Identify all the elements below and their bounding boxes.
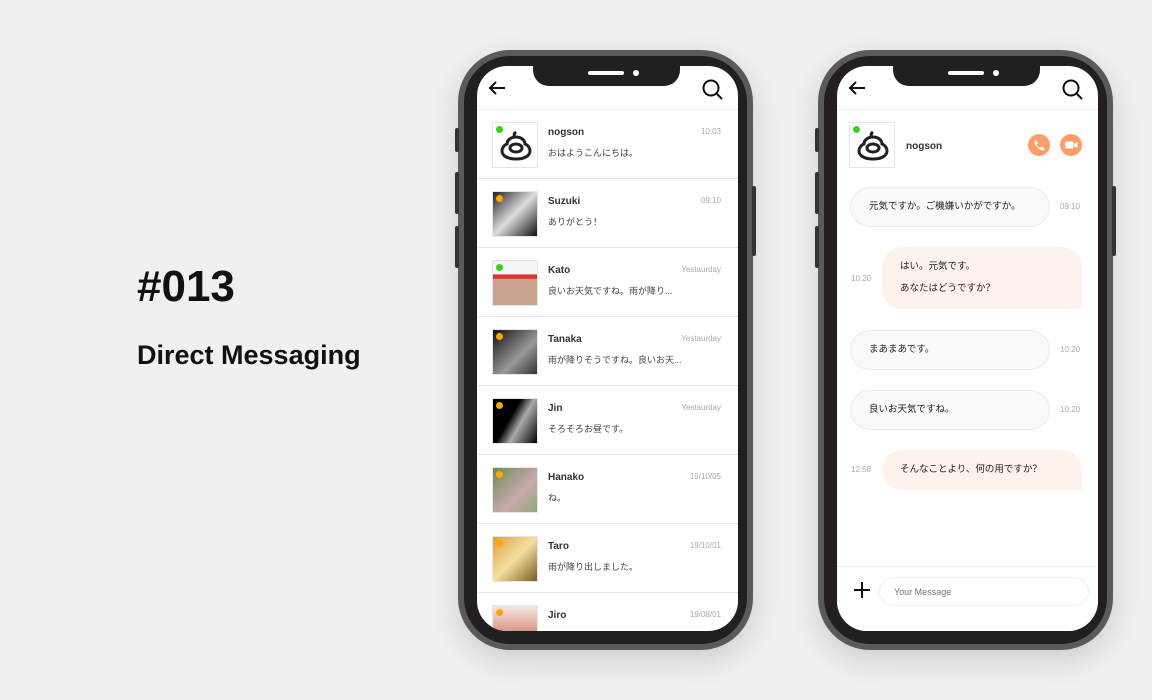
status-indicator xyxy=(496,540,503,547)
notch xyxy=(893,66,1040,86)
contact-name: Taro xyxy=(548,541,569,552)
phone-chat: nogson 元気ですか。ご機嫌いかがですか。 09:10 はい。元気です。あなたは… xyxy=(815,50,1116,650)
message-line: そんなことより、何の用ですか？ xyxy=(900,464,1042,475)
plus-icon[interactable] xyxy=(853,581,871,599)
status-indicator xyxy=(496,264,503,271)
conversation-item[interactable]: Tanaka 雨が降りそうですね。良いお天... Yestaurday xyxy=(477,317,738,386)
contact-name: Hanako xyxy=(548,472,585,483)
video-camera-icon xyxy=(1065,141,1078,149)
avatar xyxy=(492,605,538,631)
phone-icon xyxy=(1034,140,1045,151)
sent-message: はい。元気です。あなたはどうですか？ xyxy=(882,247,1082,309)
status-indicator xyxy=(496,471,503,478)
status-indicator xyxy=(496,402,503,409)
timestamp: 09:10 xyxy=(700,196,721,205)
contact-avatar[interactable] xyxy=(849,122,895,168)
avatar xyxy=(492,191,538,237)
phone-contacts: nogson おはようこんにちは。 10:03 Suzuki ありがとう！ 09… xyxy=(455,50,756,650)
status-indicator xyxy=(496,609,503,616)
avatar xyxy=(492,329,538,375)
message-preview: 電話ください。 xyxy=(548,629,611,631)
contact-name: nogson xyxy=(906,141,943,152)
message-time: 10:20 xyxy=(851,273,872,283)
status-indicator xyxy=(496,333,503,340)
timestamp: 10:03 xyxy=(700,127,721,136)
message-preview: 雨が降り出しました。 xyxy=(548,562,639,572)
contact-name: Suzuki xyxy=(548,196,581,207)
conversation-item[interactable]: Kato 良いお天気ですね。雨が降り... Yestaurday xyxy=(477,248,738,317)
video-call-button[interactable] xyxy=(1060,134,1082,156)
conversation-item[interactable]: Jin そろそろお昼です。 Yestaurday xyxy=(477,386,738,455)
conversation-item[interactable]: nogson おはようこんにちは。 10:03 xyxy=(477,110,738,179)
message-time: 12:58 xyxy=(851,465,872,474)
message-line: はい。元気です。 xyxy=(900,261,976,272)
notch xyxy=(533,66,680,86)
avatar xyxy=(492,260,538,306)
online-indicator xyxy=(853,126,860,133)
message-preview: そろそろお昼です。 xyxy=(548,424,629,434)
timestamp: Yestaurday xyxy=(681,334,721,343)
status-indicator xyxy=(496,126,503,133)
arrow-left-icon[interactable] xyxy=(487,80,507,96)
hero-title: Direct Messaging xyxy=(137,340,361,370)
contacts-screen: nogson おはようこんにちは。 10:03 Suzuki ありがとう！ 09… xyxy=(477,66,738,631)
call-button[interactable] xyxy=(1028,134,1050,156)
message-preview: 良いお天気ですね。雨が降り... xyxy=(548,286,673,296)
arrow-left-icon[interactable] xyxy=(847,80,867,96)
message-input[interactable] xyxy=(879,577,1089,606)
status-indicator xyxy=(496,195,503,202)
conversation-item[interactable]: Hanako ね。 19/10/05 xyxy=(477,455,738,524)
message-time: 09:10 xyxy=(1060,202,1081,211)
received-message: まあまあです。 xyxy=(850,330,1050,370)
received-message: 良いお天気ですね。 xyxy=(850,390,1050,430)
contact-name: Jin xyxy=(548,403,563,414)
message-preview: ありがとう！ xyxy=(548,217,603,227)
timestamp: 19/10/01 xyxy=(689,541,721,550)
message-line: まあまあです。 xyxy=(869,344,935,355)
avatar xyxy=(492,122,538,168)
timestamp: 19/08/01 xyxy=(689,610,721,619)
contact-name: Tanaka xyxy=(548,334,582,345)
message-time: 10:20 xyxy=(1060,405,1081,414)
received-message: 元気ですか。ご機嫌いかがですか。 xyxy=(850,187,1050,227)
conversation-item[interactable]: Jiro 電話ください。 19/08/01 xyxy=(477,593,738,631)
contact-name: Jiro xyxy=(548,610,567,621)
contact-name: Kato xyxy=(548,265,571,276)
avatar xyxy=(492,398,538,444)
avatar xyxy=(492,536,538,582)
message-time: 10:20 xyxy=(1060,345,1081,354)
hero-number: #013 xyxy=(137,262,235,311)
message-line: あなたはどうですか？ xyxy=(900,283,996,294)
timestamp: Yestaurday xyxy=(681,265,721,274)
chat-screen: nogson 元気ですか。ご機嫌いかがですか。 09:10 はい。元気です。あなたは… xyxy=(837,66,1098,631)
avatar xyxy=(492,467,538,513)
timestamp: Yestaurday xyxy=(681,403,721,412)
search-icon[interactable] xyxy=(1062,79,1084,101)
message-line: 良いお天気ですね。 xyxy=(869,404,955,415)
conversation-item[interactable]: Taro 雨が降り出しました。 19/10/01 xyxy=(477,524,738,593)
message-line: 元気ですか。ご機嫌いかがですか。 xyxy=(869,201,1021,212)
conversation-item[interactable]: Suzuki ありがとう！ 09:10 xyxy=(477,179,738,248)
composer xyxy=(837,566,1098,631)
timestamp: 19/10/05 xyxy=(689,472,721,481)
search-icon[interactable] xyxy=(702,79,724,101)
message-preview: 雨が降りそうですね。良いお天... xyxy=(548,355,682,365)
message-preview: おはようこんにちは。 xyxy=(548,148,639,158)
sent-message: そんなことより、何の用ですか？ xyxy=(882,450,1082,490)
contact-name: nogson xyxy=(548,127,585,138)
message-preview: ね。 xyxy=(548,493,567,503)
